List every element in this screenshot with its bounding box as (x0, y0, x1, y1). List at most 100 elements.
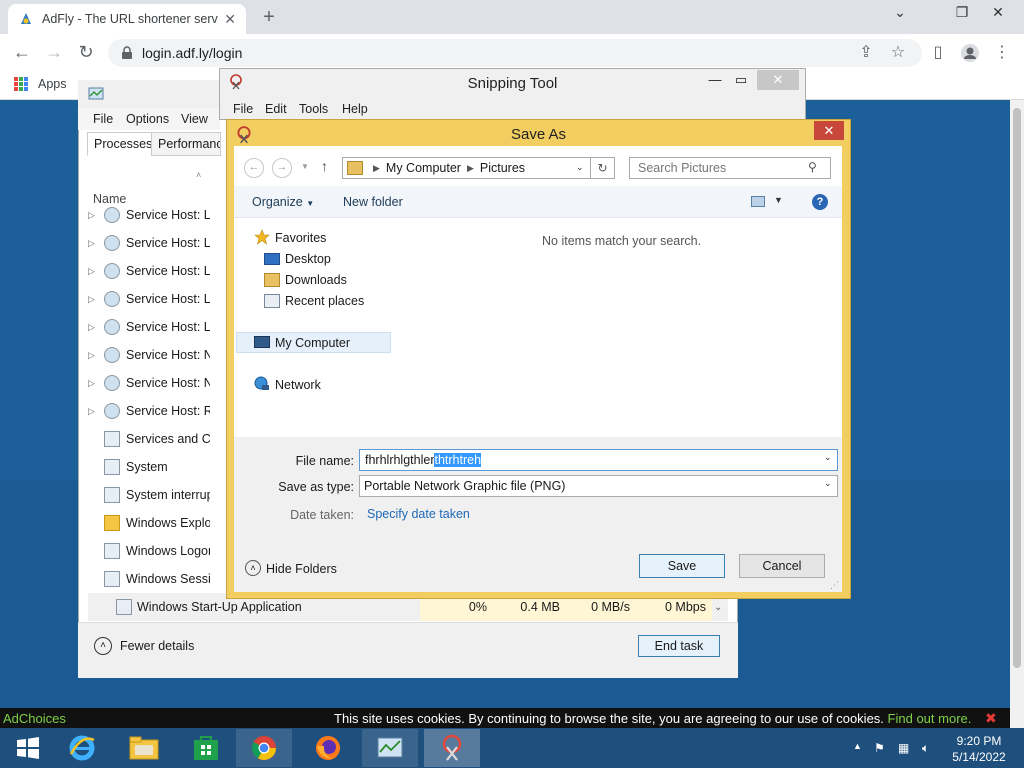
hide-folders-link[interactable]: Hide Folders (266, 562, 337, 576)
new-folder-button[interactable]: New folder (343, 195, 403, 209)
path-breadcrumb[interactable]: ▶ My Computer ▶ Pictures (342, 157, 591, 179)
new-tab-button[interactable]: + (258, 6, 280, 29)
restore-window-icon[interactable]: ❐ (946, 4, 978, 26)
breadcrumb-my-computer[interactable]: My Computer (386, 161, 461, 175)
up-arrow-icon[interactable]: ↑ (321, 158, 328, 174)
apps-bookmark[interactable]: Apps (38, 77, 67, 91)
refresh-icon[interactable]: ↻ (591, 157, 615, 179)
reload-icon[interactable]: ↻ (74, 40, 98, 64)
search-input[interactable]: Search Pictures (629, 157, 831, 179)
browser-tab[interactable]: AdFly - The URL shortener servic ✕ (8, 4, 246, 34)
organize-button[interactable]: Organize ▼ (252, 195, 314, 209)
taskbar-clock[interactable]: 9:20 PM 5/14/2022 (948, 733, 1010, 765)
tray-overflow-chevron-icon[interactable]: ▲ (853, 741, 862, 751)
snip-menu-file[interactable]: File (233, 102, 253, 116)
taskbar-task-manager[interactable] (362, 729, 418, 767)
volume-muted-icon[interactable]: 🔈︎ (922, 741, 929, 756)
process-row[interactable]: ▷ Service Host: Lo (88, 229, 218, 257)
tree-network[interactable]: Network (275, 378, 321, 392)
expand-chevron-icon[interactable]: ▷ (88, 294, 100, 305)
process-row[interactable]: ▷ Service Host: Lo (88, 201, 218, 229)
taskbar-file-explorer[interactable] (116, 729, 172, 767)
tm-menu-options[interactable]: Options (126, 112, 169, 126)
chevron-up-circle-icon[interactable]: ˄ (94, 637, 112, 655)
path-dropdown-chevron-icon[interactable]: ⌄ (576, 162, 584, 173)
cookie-find-out-more-link[interactable]: Find out more. (888, 711, 972, 726)
share-icon[interactable]: ⇪ (854, 41, 878, 65)
process-row[interactable]: ▷ Service Host: Lo (88, 257, 218, 285)
scrollbar-thumb[interactable] (1013, 108, 1021, 668)
tab-processes[interactable]: Processes (87, 132, 160, 156)
taskbar-internet-explorer[interactable] (54, 729, 110, 767)
process-row[interactable]: Services and Co (88, 425, 218, 453)
cancel-button[interactable]: Cancel (739, 554, 825, 578)
snip-menu-edit[interactable]: Edit (265, 102, 287, 116)
tree-favorites[interactable]: Favorites (275, 231, 326, 245)
tab-performance[interactable]: Performanc (151, 132, 221, 156)
resize-grip-icon[interactable]: ⋰ (830, 580, 839, 591)
process-row[interactable]: ▷ Service Host: N (88, 369, 218, 397)
expand-chevron-icon[interactable]: ▷ (88, 350, 100, 361)
expand-chevron-icon[interactable]: ▷ (88, 210, 100, 221)
back-arrow-icon[interactable]: ← (244, 158, 264, 178)
network-tray-icon[interactable]: ▦ (898, 741, 909, 755)
file-name-input[interactable]: fhrhlrhlgthlerthtrhtreh (359, 449, 838, 471)
adchoices-link[interactable]: AdChoices (3, 711, 66, 726)
tree-downloads[interactable]: Downloads (285, 273, 347, 287)
taskbar-store[interactable] (178, 729, 234, 767)
breadcrumb-pictures[interactable]: Pictures (480, 161, 525, 175)
expand-chevron-icon[interactable]: ▷ (88, 322, 100, 333)
list-scroll-down-icon[interactable]: ⌄ (714, 602, 722, 613)
tree-my-computer[interactable]: My Computer (275, 336, 350, 350)
side-panel-icon[interactable]: ▯ (926, 41, 950, 65)
fewer-details-link[interactable]: Fewer details (120, 639, 194, 653)
process-row[interactable]: Windows Logon (88, 537, 218, 565)
tm-menu-file[interactable]: File (93, 112, 113, 126)
tree-desktop[interactable]: Desktop (285, 252, 331, 266)
tab-search-chevron-icon[interactable]: ⌄ (884, 4, 916, 26)
process-row[interactable]: System (88, 453, 218, 481)
snip-menu-help[interactable]: Help (342, 102, 368, 116)
process-row[interactable]: ▷ Service Host: N (88, 341, 218, 369)
start-button[interactable] (0, 729, 56, 767)
process-row[interactable]: ▷ Service Host: Lo (88, 313, 218, 341)
snip-close-icon[interactable]: ✕ (757, 70, 799, 90)
taskbar-firefox[interactable] (300, 729, 356, 767)
apps-grid-icon[interactable] (14, 77, 28, 91)
back-arrow-icon[interactable]: ← (10, 40, 34, 64)
save-button[interactable]: Save (639, 554, 725, 578)
process-row[interactable]: System interrup (88, 481, 218, 509)
taskbar-snipping-tool[interactable] (424, 729, 480, 767)
close-window-icon[interactable]: ✕ (982, 4, 1014, 26)
taskbar-chrome[interactable] (236, 729, 292, 767)
save-as-type-select[interactable]: Portable Network Graphic file (PNG) (359, 475, 838, 497)
expand-chevron-icon[interactable]: ▷ (88, 238, 100, 249)
process-row[interactable]: ▷ Service Host: Lo (88, 285, 218, 313)
process-row[interactable]: ▷ Service Host: Re (88, 397, 218, 425)
process-row[interactable]: Windows Explo (88, 509, 218, 537)
save-as-type-chevron-icon[interactable]: ⌄ (824, 478, 832, 489)
tree-recent-places[interactable]: Recent places (285, 294, 364, 308)
file-name-dropdown-chevron-icon[interactable]: ⌄ (824, 452, 832, 463)
view-options-icon[interactable] (751, 196, 765, 207)
help-icon[interactable]: ? (812, 194, 828, 210)
tab-close-icon[interactable]: ✕ (224, 11, 236, 28)
expand-chevron-icon[interactable]: ▷ (88, 378, 100, 389)
forward-arrow-icon[interactable]: → (272, 158, 292, 178)
page-scrollbar[interactable] (1010, 100, 1024, 728)
view-options-chevron-icon[interactable]: ▼ (774, 195, 783, 205)
expand-chevron-icon[interactable]: ▷ (88, 266, 100, 277)
profile-avatar-icon[interactable] (958, 41, 982, 65)
address-bar[interactable]: login.adf.ly/login (108, 39, 922, 67)
process-row[interactable]: Windows Session (88, 565, 218, 593)
specify-date-taken-link[interactable]: Specify date taken (367, 507, 470, 521)
cookie-close-icon[interactable]: ✖ (985, 710, 997, 727)
browser-menu-icon[interactable]: ⋮ (990, 41, 1014, 65)
bookmark-star-icon[interactable]: ☆ (886, 41, 910, 65)
action-center-flag-icon[interactable]: ⚑ (874, 741, 885, 755)
snip-menu-tools[interactable]: Tools (299, 102, 328, 116)
chevron-up-circle-icon[interactable]: ˄ (245, 560, 261, 576)
expand-chevron-icon[interactable]: ▷ (88, 406, 100, 417)
end-task-button[interactable]: End task (638, 635, 720, 657)
tm-menu-view[interactable]: View (181, 112, 208, 126)
